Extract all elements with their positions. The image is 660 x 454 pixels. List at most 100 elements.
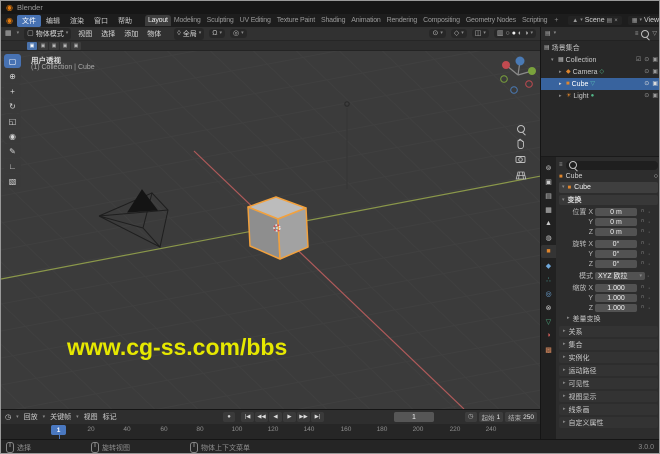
- tab-material[interactable]: ◑: [541, 329, 556, 342]
- tab-scripting[interactable]: Scripting: [519, 15, 550, 26]
- menu-keying[interactable]: 关键帧: [50, 412, 71, 422]
- tab-geometry-nodes[interactable]: Geometry Nodes: [463, 15, 519, 26]
- select-mode-invert[interactable]: ▣: [60, 41, 70, 50]
- gizmo-y-axis[interactable]: [528, 67, 536, 75]
- lock-icon[interactable]: ∩: [639, 219, 646, 225]
- tab-tool[interactable]: ⊚: [541, 161, 556, 174]
- tab-view-layer[interactable]: ▦: [541, 203, 556, 216]
- visibility-eye-icon[interactable]: ⊙: [644, 57, 649, 63]
- tab-world[interactable]: ◍: [541, 231, 556, 244]
- new-scene-icon[interactable]: ▤: [607, 18, 613, 24]
- tab-animation[interactable]: Animation: [348, 15, 383, 26]
- tab-rendering[interactable]: Rendering: [384, 15, 421, 26]
- animate-dot-icon[interactable]: ·: [648, 251, 650, 258]
- frame-end-field[interactable]: 结束 250: [505, 412, 537, 422]
- animate-dot-icon[interactable]: ·: [648, 229, 650, 236]
- perspective-toggle-icon[interactable]: [515, 169, 527, 181]
- section-viewport-display[interactable]: ▸ 视图显示: [559, 391, 658, 402]
- lock-icon[interactable]: ∩: [639, 285, 646, 291]
- lock-icon[interactable]: ∩: [639, 209, 646, 215]
- section-relations[interactable]: ▸ 关系: [559, 326, 658, 337]
- location-y-field[interactable]: 0 m: [595, 218, 637, 226]
- play-reverse-button[interactable]: ◀: [269, 412, 282, 422]
- section-custom-properties[interactable]: ▸ 自定义属性: [559, 417, 658, 428]
- scale-y-field[interactable]: 1.000: [595, 294, 637, 302]
- gizmo-x-neg[interactable]: [525, 80, 533, 88]
- gizmos-dropdown[interactable]: ◇ ▾: [450, 29, 467, 38]
- tab-uv-editing[interactable]: UV Editing: [237, 15, 274, 26]
- select-mode-subtract[interactable]: ▣: [49, 41, 59, 50]
- menu-view-timeline[interactable]: 视图: [84, 412, 98, 422]
- tab-particles[interactable]: ∴: [541, 273, 556, 286]
- proportional-editing-toggle[interactable]: ◎ ▾: [230, 29, 247, 38]
- rotation-z-field[interactable]: 0°: [595, 260, 637, 268]
- animate-dot-icon[interactable]: ·: [648, 305, 650, 312]
- scale-z-field[interactable]: 1.000: [595, 304, 637, 312]
- menu-edit[interactable]: 编辑: [41, 15, 65, 27]
- select-mode-extend[interactable]: ▣: [38, 41, 48, 50]
- expand-icon[interactable]: ▾: [551, 57, 556, 63]
- select-mode-intersect[interactable]: ▣: [71, 41, 81, 50]
- auto-keying-button[interactable]: ●: [223, 412, 235, 422]
- xray-toggle-icon[interactable]: ▥: [497, 30, 504, 37]
- expand-icon[interactable]: ▸: [559, 81, 564, 87]
- tab-shading[interactable]: Shading: [318, 15, 348, 26]
- visibility-eye-icon[interactable]: ⊙: [644, 81, 649, 87]
- prev-keyframe-button[interactable]: ◀◀: [255, 412, 268, 422]
- tab-scene[interactable]: ▲: [541, 217, 556, 230]
- pan-hand-icon[interactable]: [515, 137, 527, 149]
- outliner-editor-icon[interactable]: ▤: [545, 31, 551, 37]
- menu-playback[interactable]: 回放: [24, 412, 38, 422]
- menu-object[interactable]: 物体: [145, 29, 163, 39]
- lock-icon[interactable]: ∩: [639, 261, 646, 267]
- filter-icon[interactable]: ▽: [652, 31, 657, 37]
- timeline-playhead[interactable]: 1: [51, 425, 66, 440]
- tool-move[interactable]: +: [4, 84, 21, 98]
- tab-constraints[interactable]: ⊗: [541, 301, 556, 314]
- menu-add[interactable]: 添加: [122, 29, 140, 39]
- scale-x-field[interactable]: 1.000: [595, 284, 637, 292]
- properties-search-input[interactable]: [565, 160, 658, 170]
- light-object[interactable]: [344, 101, 350, 189]
- transform-section-header[interactable]: ▾ 变换: [559, 195, 658, 205]
- unlink-scene-icon[interactable]: ×: [614, 18, 618, 24]
- tool-measure[interactable]: ∟: [4, 159, 21, 173]
- render-visibility-icon[interactable]: ▣: [652, 57, 658, 63]
- expand-icon[interactable]: ▸: [559, 69, 564, 75]
- tab-object-data[interactable]: ▽: [541, 315, 556, 328]
- menu-file[interactable]: 文件: [16, 14, 41, 27]
- collection-checkbox-icon[interactable]: ☑: [636, 57, 641, 63]
- tab-layout[interactable]: Layout: [144, 15, 171, 26]
- tool-add-cube[interactable]: ▧: [4, 174, 21, 188]
- visibility-eye-icon[interactable]: ⊙: [644, 93, 649, 99]
- viewport-canvas[interactable]: ▢ ⊕ + ↻ ◱ ◉ ✎ ∟ ▧ 用户透视 (1) Collection | …: [1, 51, 540, 409]
- outliner-row-collection[interactable]: ▾ ▦ Collection ☑ ⊙ ▣: [541, 54, 659, 66]
- properties-editor-icon[interactable]: ≡: [559, 162, 563, 168]
- section-collections[interactable]: ▸ 集合: [559, 339, 658, 350]
- gizmo-y-neg[interactable]: [500, 75, 508, 83]
- lock-icon[interactable]: ∩: [639, 295, 646, 301]
- tool-rotate[interactable]: ↻: [4, 99, 21, 113]
- rotation-y-field[interactable]: 0°: [595, 250, 637, 258]
- editor-type-icon[interactable]: ▦: [5, 30, 12, 37]
- menu-render[interactable]: 渲染: [65, 15, 89, 27]
- object-name-field[interactable]: ▾ ■ Cube: [559, 182, 658, 193]
- tool-select-box[interactable]: ▢: [4, 54, 21, 68]
- tab-modeling[interactable]: Modeling: [171, 15, 204, 26]
- object-visibility-dropdown[interactable]: ⊙ ▾: [429, 29, 446, 38]
- gizmo-z-axis[interactable]: [515, 56, 525, 66]
- breadcrumb-object-name[interactable]: Cube: [566, 173, 583, 180]
- camera-view-icon[interactable]: [515, 153, 527, 165]
- play-button[interactable]: ▶: [283, 412, 296, 422]
- tab-output[interactable]: ▤: [541, 189, 556, 202]
- tool-scale[interactable]: ◱: [4, 114, 21, 128]
- visibility-eye-icon[interactable]: ⊙: [644, 69, 649, 75]
- view-layer-selector[interactable]: ▦ ▾ ViewLayer ▤: [627, 16, 659, 25]
- tab-physics[interactable]: ◎: [541, 287, 556, 300]
- tab-compositing[interactable]: Compositing: [420, 15, 463, 26]
- animate-dot-icon[interactable]: ·: [648, 219, 650, 226]
- overlays-dropdown[interactable]: ◫ ▾: [471, 29, 489, 38]
- tab-sculpting[interactable]: Sculpting: [204, 15, 237, 26]
- timeline-ruler[interactable]: 20 40 60 80 100 120 140 160 180 200 220 …: [1, 424, 540, 440]
- render-visibility-icon[interactable]: ▣: [652, 69, 658, 75]
